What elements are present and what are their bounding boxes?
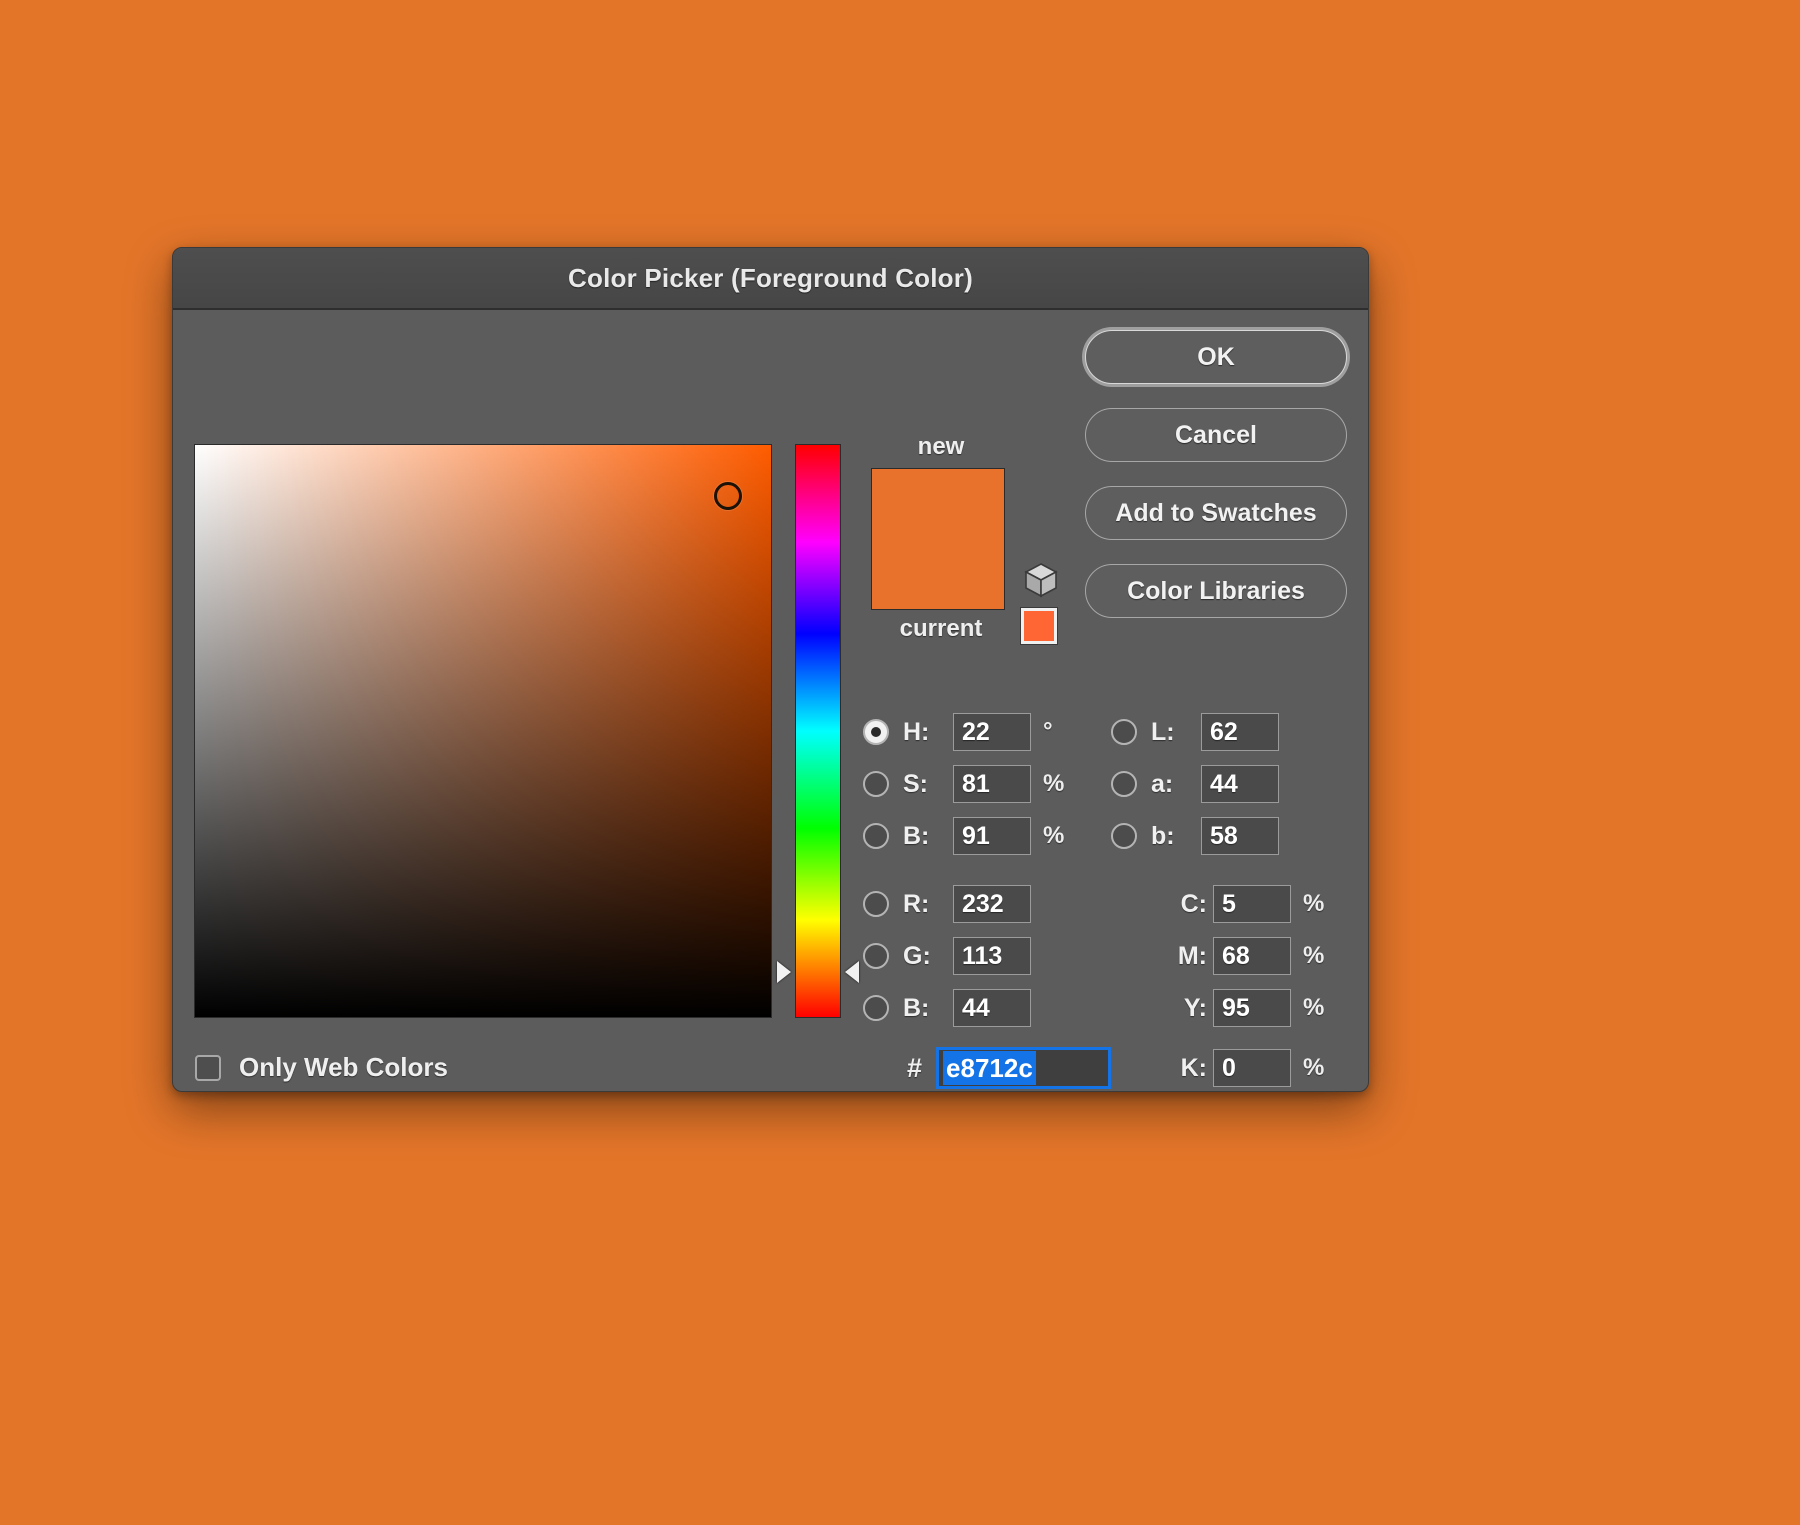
hex-input[interactable]: e8712c	[936, 1047, 1111, 1089]
unit-magenta: %	[1303, 942, 1325, 969]
color-value-fields: H: 22 ° L: 62 S: 81 % a: 44 B: 91 % b: 5…	[863, 710, 1363, 1091]
input-red[interactable]: 232	[953, 885, 1031, 923]
input-black[interactable]: 0	[1213, 1049, 1291, 1087]
field-row-hex-k: # e8712c K: 0 %	[863, 1044, 1363, 1091]
input-blue[interactable]: 44	[953, 989, 1031, 1027]
label-saturation: S:	[903, 769, 928, 798]
unit-brightness: %	[1043, 822, 1065, 849]
new-color-swatch	[872, 469, 1004, 539]
unit-hue: °	[1043, 718, 1053, 745]
input-lab-a[interactable]: 44	[1201, 765, 1279, 803]
input-brightness[interactable]: 91	[953, 817, 1031, 855]
ok-button[interactable]: OK	[1085, 330, 1347, 384]
hex-value-text: e8712c	[943, 1051, 1036, 1085]
unit-yellow: %	[1303, 994, 1325, 1021]
input-lab-l[interactable]: 62	[1201, 713, 1279, 751]
sv-black-layer	[195, 445, 771, 1017]
sv-gradient	[195, 445, 771, 1017]
field-row-b-b: B: 91 % b: 58	[863, 814, 1363, 858]
field-row-b-y: B: 44 Y: 95 %	[863, 986, 1363, 1030]
radio-brightness[interactable]	[863, 823, 889, 849]
label-lab-a: a:	[1151, 769, 1174, 798]
only-web-colors-row[interactable]: Only Web Colors	[195, 1052, 448, 1083]
radio-lab-b[interactable]	[1111, 823, 1137, 849]
input-yellow[interactable]: 95	[1213, 989, 1291, 1027]
label-red: R:	[903, 889, 930, 918]
web-safe-color-chip[interactable]	[1020, 607, 1058, 645]
label-hue: H:	[903, 717, 930, 746]
radio-saturation[interactable]	[863, 771, 889, 797]
radio-green[interactable]	[863, 943, 889, 969]
label-lab-b: b:	[1151, 821, 1175, 850]
input-saturation[interactable]: 81	[953, 765, 1031, 803]
field-row-r-c: R: 232 C: 5 %	[863, 882, 1363, 926]
label-yellow: Y:	[1183, 993, 1207, 1022]
new-color-label: new	[917, 433, 965, 460]
color-picker-dialog: Color Picker (Foreground Color) Only Web…	[172, 247, 1369, 1092]
hue-marker-right-arrow-icon[interactable]	[845, 961, 859, 984]
color-preview-block: new current	[871, 432, 1011, 644]
dialog-titlebar: Color Picker (Foreground Color)	[173, 248, 1368, 310]
label-black: K:	[1180, 1053, 1207, 1082]
color-libraries-button[interactable]: Color Libraries	[1085, 564, 1347, 618]
label-magenta: M:	[1177, 941, 1207, 970]
input-lab-b[interactable]: 58	[1201, 817, 1279, 855]
current-color-swatch[interactable]	[872, 539, 1004, 609]
hue-slider[interactable]	[777, 444, 859, 1018]
label-blue: B:	[903, 993, 930, 1022]
label-brightness: B:	[903, 821, 930, 850]
radio-hue[interactable]	[863, 719, 889, 745]
hue-marker-left-arrow-icon[interactable]	[777, 961, 791, 984]
field-group-separator	[863, 866, 1363, 882]
radio-lab-l[interactable]	[1111, 719, 1137, 745]
input-hue[interactable]: 22	[953, 713, 1031, 751]
hex-prefix-label: #	[907, 1052, 923, 1083]
unit-cyan: %	[1303, 890, 1325, 917]
cube-icon[interactable]	[1021, 560, 1061, 600]
label-lab-l: L:	[1151, 717, 1175, 746]
hue-gradient[interactable]	[795, 444, 841, 1018]
radio-blue[interactable]	[863, 995, 889, 1021]
unit-saturation: %	[1043, 770, 1065, 797]
cancel-button[interactable]: Cancel	[1085, 408, 1347, 462]
current-color-label: current	[899, 615, 983, 642]
field-row-s-a: S: 81 % a: 44	[863, 762, 1363, 806]
sv-cursor-ring[interactable]	[713, 482, 742, 511]
unit-black: %	[1303, 1054, 1325, 1081]
field-row-g-m: G: 113 M: 68 %	[863, 934, 1363, 978]
dialog-body: Only Web Colors new current OK Cancel Ad…	[173, 310, 1368, 1089]
input-magenta[interactable]: 68	[1213, 937, 1291, 975]
color-preview-swatches[interactable]	[871, 468, 1005, 610]
input-green[interactable]: 113	[953, 937, 1031, 975]
add-to-swatches-button[interactable]: Add to Swatches	[1085, 486, 1347, 540]
only-web-colors-label: Only Web Colors	[239, 1052, 448, 1082]
radio-lab-a[interactable]	[1111, 771, 1137, 797]
field-row-h-l: H: 22 ° L: 62	[863, 710, 1363, 754]
dialog-buttons: OK Cancel Add to Swatches Color Librarie…	[1085, 330, 1347, 642]
web-safe-warning-group[interactable]	[1020, 560, 1067, 645]
label-green: G:	[903, 941, 931, 970]
only-web-colors-checkbox[interactable]	[195, 1054, 221, 1081]
saturation-brightness-field[interactable]	[194, 444, 772, 1018]
radio-red[interactable]	[863, 891, 889, 917]
input-cyan[interactable]: 5	[1213, 885, 1291, 923]
dialog-title: Color Picker (Foreground Color)	[568, 262, 973, 293]
label-cyan: C:	[1180, 889, 1207, 918]
